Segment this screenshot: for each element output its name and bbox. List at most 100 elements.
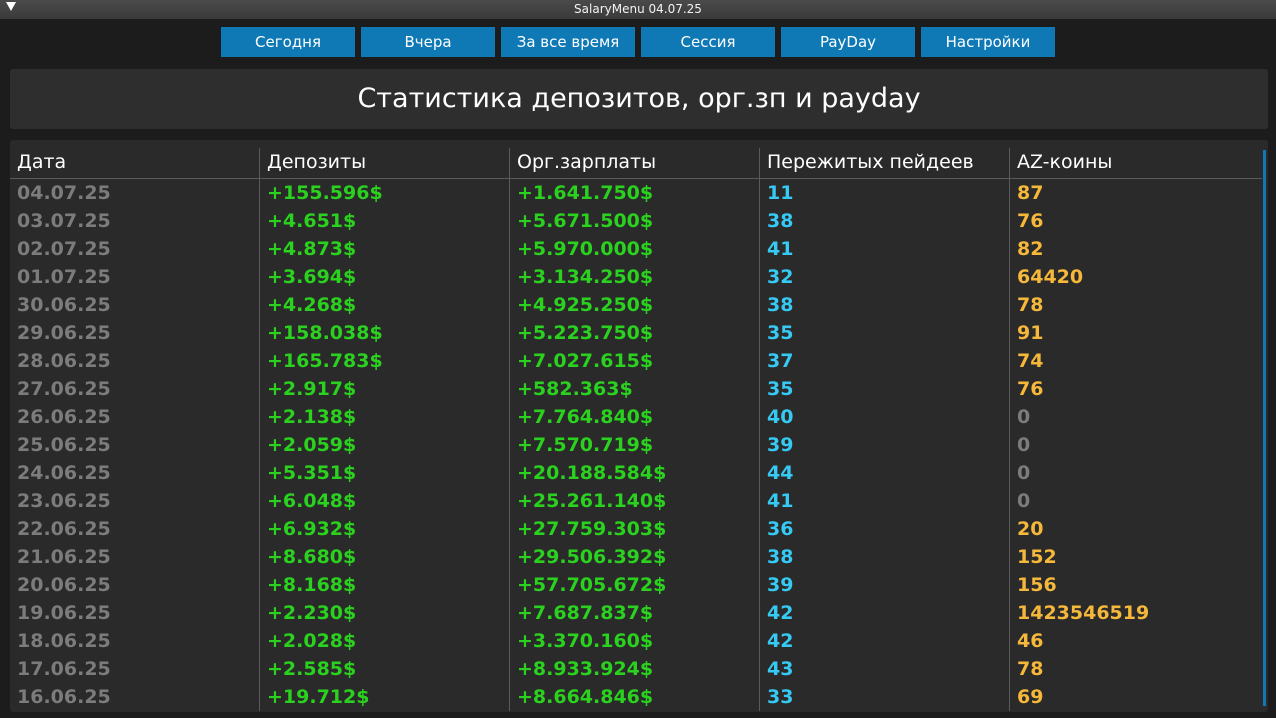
cell-az-coins: 76 xyxy=(1017,210,1044,232)
cell-paydays: 42 xyxy=(760,599,1010,627)
cell-org-salary: +57.705.672$ xyxy=(510,571,760,599)
cell-deposits: +8.680$ xyxy=(260,543,510,571)
cell-date: 03.07.25 xyxy=(10,207,260,235)
table-row: 16.06.25 +19.712$ +8.664.846$ 33 69 xyxy=(10,683,1262,711)
tab-today[interactable]: Сегодня xyxy=(221,27,355,57)
page-title: Статистика депозитов, орг.зп и payday xyxy=(357,83,921,114)
cell-deposits: +4.651$ xyxy=(260,207,510,235)
cell-deposits: +19.712$ xyxy=(260,683,510,711)
cell-org-salary: +25.261.140$ xyxy=(510,487,760,515)
table-row: 17.06.25 +2.585$ +8.933.924$ 43 78 xyxy=(10,655,1262,683)
cell-paydays: 43 xyxy=(760,655,1010,683)
table-row: 26.06.25 +2.138$ +7.764.840$ 40 0 xyxy=(10,403,1262,431)
cell-org-salary: +27.759.303$ xyxy=(510,515,760,543)
table-row: 01.07.25 +3.694$ +3.134.250$ 32 64420 xyxy=(10,263,1262,291)
tab-settings[interactable]: Настройки xyxy=(921,27,1055,57)
table-row: 30.06.25 +4.268$ +4.925.250$ 38 78 xyxy=(10,291,1262,319)
cell-date: 28.06.25 xyxy=(10,347,260,375)
cell-paydays: 39 xyxy=(760,571,1010,599)
cell-date: 04.07.25 xyxy=(10,179,260,207)
cell-az-coins: 0 xyxy=(1017,490,1031,512)
cell-az-coins: 74 xyxy=(1017,350,1044,372)
table-row: 27.06.25 +2.917$ +582.363$ 35 76 xyxy=(10,375,1262,403)
cell-deposits: +165.783$ xyxy=(260,347,510,375)
cell-paydays: 41 xyxy=(760,235,1010,263)
cell-date: 17.06.25 xyxy=(10,655,260,683)
tab-payday[interactable]: PayDay xyxy=(781,27,915,57)
cell-date: 02.07.25 xyxy=(10,235,260,263)
cell-deposits: +4.873$ xyxy=(260,235,510,263)
cell-paydays: 39 xyxy=(760,431,1010,459)
cell-paydays: 37 xyxy=(760,347,1010,375)
cell-az-coins: 0 xyxy=(1017,462,1031,484)
cell-paydays: 42 xyxy=(760,627,1010,655)
vertical-scrollbar[interactable] xyxy=(1263,150,1266,706)
cell-paydays: 38 xyxy=(760,207,1010,235)
column-header-date: Дата xyxy=(10,148,260,178)
cell-az-coins: 76 xyxy=(1017,378,1044,400)
column-header-az-coins: AZ-коины xyxy=(1017,151,1113,173)
cell-date: 27.06.25 xyxy=(10,375,260,403)
cell-org-salary: +29.506.392$ xyxy=(510,543,760,571)
table-row: 25.06.25 +2.059$ +7.570.719$ 39 0 xyxy=(10,431,1262,459)
cell-date: 19.06.25 xyxy=(10,599,260,627)
cell-az-coins: 69 xyxy=(1017,686,1044,708)
cell-az-coins: 1423546519 xyxy=(1017,602,1150,624)
cell-date: 22.06.25 xyxy=(10,515,260,543)
cell-deposits: +2.585$ xyxy=(260,655,510,683)
cell-az-coins: 91 xyxy=(1017,322,1044,344)
cell-deposits: +2.230$ xyxy=(260,599,510,627)
cell-az-coins: 46 xyxy=(1017,630,1044,652)
cell-paydays: 11 xyxy=(760,179,1010,207)
table-row: 03.07.25 +4.651$ +5.671.500$ 38 76 xyxy=(10,207,1262,235)
cell-deposits: +158.038$ xyxy=(260,319,510,347)
table-row: 21.06.25 +8.680$ +29.506.392$ 38 152 xyxy=(10,543,1262,571)
cell-az-coins: 0 xyxy=(1017,406,1031,428)
title-bar: SalaryMenu 04.07.25 xyxy=(0,0,1276,19)
cell-deposits: +155.596$ xyxy=(260,179,510,207)
cell-date: 01.07.25 xyxy=(10,263,260,291)
tab-toolbar: Сегодня Вчера За все время Сессия PayDay… xyxy=(0,27,1276,57)
cell-org-salary: +582.363$ xyxy=(510,375,760,403)
cell-az-coins: 78 xyxy=(1017,658,1044,680)
cell-org-salary: +3.370.160$ xyxy=(510,627,760,655)
cell-az-coins: 82 xyxy=(1017,238,1044,260)
tab-yesterday[interactable]: Вчера xyxy=(361,27,495,57)
column-header-org-salaries: Орг.зарплаты xyxy=(510,148,760,178)
cell-deposits: +2.059$ xyxy=(260,431,510,459)
cell-org-salary: +4.925.250$ xyxy=(510,291,760,319)
tab-all-time[interactable]: За все время xyxy=(501,27,635,57)
cell-paydays: 33 xyxy=(760,683,1010,711)
table-row: 02.07.25 +4.873$ +5.970.000$ 41 82 xyxy=(10,235,1262,263)
cell-date: 20.06.25 xyxy=(10,571,260,599)
cell-paydays: 35 xyxy=(760,319,1010,347)
column-header-paydays: Пережитых пейдеев xyxy=(760,148,1010,178)
cell-paydays: 41 xyxy=(760,487,1010,515)
cell-deposits: +8.168$ xyxy=(260,571,510,599)
cell-az-coins: 87 xyxy=(1017,182,1044,204)
stats-table: Дата Депозиты Орг.зарплаты Пережитых пей… xyxy=(10,140,1268,712)
cell-az-coins: 64420 xyxy=(1017,266,1084,288)
table-header: Дата Депозиты Орг.зарплаты Пережитых пей… xyxy=(10,148,1262,179)
table-row: 22.06.25 +6.932$ +27.759.303$ 36 20 xyxy=(10,515,1262,543)
table-row: 24.06.25 +5.351$ +20.188.584$ 44 0 xyxy=(10,459,1262,487)
cell-deposits: +2.028$ xyxy=(260,627,510,655)
cell-paydays: 44 xyxy=(760,459,1010,487)
cell-org-salary: +7.687.837$ xyxy=(510,599,760,627)
triangle-down-icon[interactable] xyxy=(6,2,16,11)
cell-paydays: 38 xyxy=(760,543,1010,571)
cell-paydays: 36 xyxy=(760,515,1010,543)
cell-date: 24.06.25 xyxy=(10,459,260,487)
cell-date: 21.06.25 xyxy=(10,543,260,571)
cell-paydays: 35 xyxy=(760,375,1010,403)
cell-deposits: +4.268$ xyxy=(260,291,510,319)
cell-date: 26.06.25 xyxy=(10,403,260,431)
cell-org-salary: +5.671.500$ xyxy=(510,207,760,235)
cell-org-salary: +5.223.750$ xyxy=(510,319,760,347)
table-row: 04.07.25 +155.596$ +1.641.750$ 11 87 xyxy=(10,179,1262,207)
tab-session[interactable]: Сессия xyxy=(641,27,775,57)
column-header-deposits: Депозиты xyxy=(260,148,510,178)
cell-org-salary: +7.570.719$ xyxy=(510,431,760,459)
cell-org-salary: +20.188.584$ xyxy=(510,459,760,487)
cell-az-coins: 152 xyxy=(1017,546,1057,568)
